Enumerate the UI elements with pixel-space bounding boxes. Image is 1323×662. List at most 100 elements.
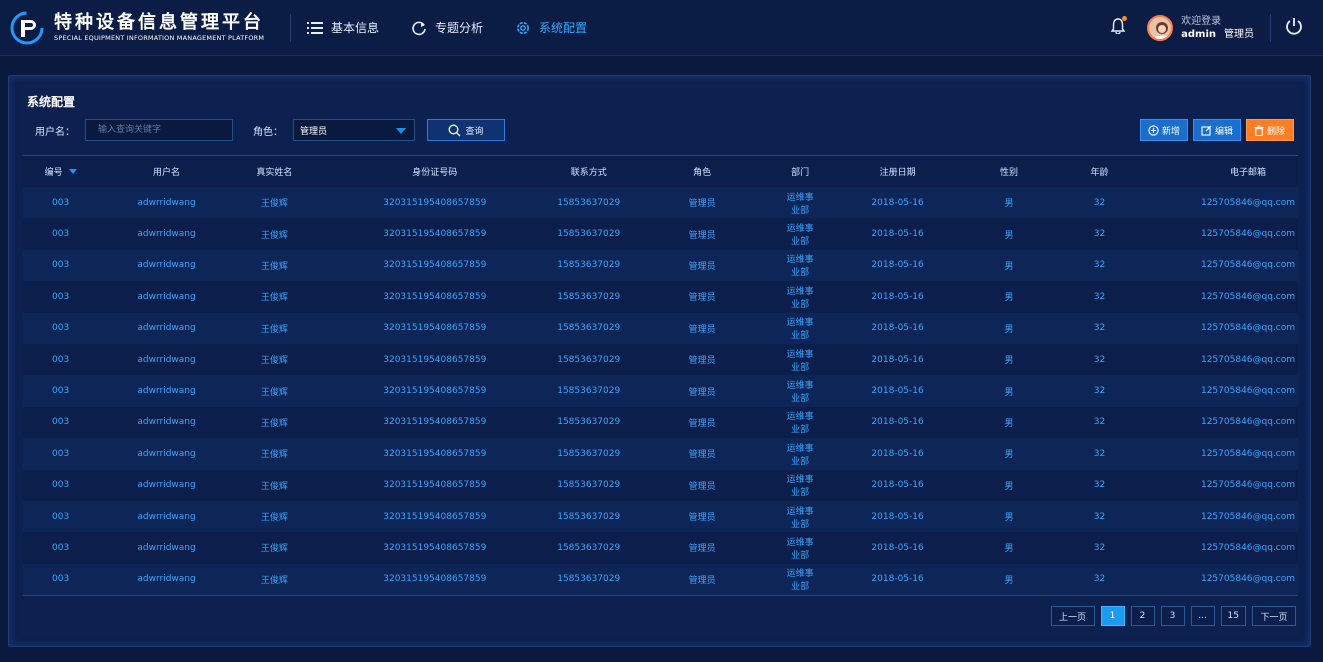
- cell-department: 运维事业部: [786, 412, 814, 436]
- cell-id-number: 320315195408657859: [383, 480, 487, 491]
- delete-button[interactable]: 删除: [1246, 119, 1294, 141]
- search-button[interactable]: 查询: [427, 119, 505, 141]
- cell-age: 32: [1093, 542, 1106, 553]
- table-row[interactable]: 003 adwrridwang 王俊辉 320315195408657859 15853…: [23, 563, 1298, 596]
- column-header-email: 电子邮箱: [1230, 168, 1267, 178]
- edit-button[interactable]: 编辑: [1193, 119, 1241, 141]
- cell-phone: 15853637029: [557, 229, 621, 240]
- add-button-label: 新增: [1162, 126, 1181, 137]
- avatar[interactable]: [1147, 14, 1174, 41]
- cell-username: adwrridwang: [137, 197, 196, 208]
- cell-real-name: 王俊辉: [260, 230, 288, 241]
- user-info: 欢迎登录 admin 管理员: [1181, 15, 1254, 41]
- cell-phone: 15853637029: [557, 260, 621, 271]
- cell-phone: 15853637029: [557, 291, 621, 302]
- cell-id: 003: [52, 323, 70, 334]
- table-row[interactable]: 003 adwrridwang 王俊辉 320315195408657859 15853…: [23, 218, 1298, 250]
- cell-gender: 男: [1004, 450, 1014, 461]
- cell-register-date: 2018-05-16: [871, 480, 924, 491]
- cell-phone: 15853637029: [557, 511, 621, 522]
- cell-role: 管理员: [688, 293, 716, 304]
- edit-button-label: 编辑: [1215, 126, 1234, 137]
- nav-label: 专题分析: [435, 21, 484, 35]
- cell-gender: 男: [1004, 230, 1014, 241]
- logout-button[interactable]: [1285, 17, 1303, 39]
- nav-label: 系统配置: [539, 21, 588, 35]
- cell-real-name: 王俊辉: [260, 199, 288, 210]
- cell-real-name: 王俊辉: [260, 575, 288, 586]
- cell-username: adwrridwang: [137, 229, 196, 240]
- cell-email: 125705846@qq.com: [1200, 480, 1296, 491]
- page-ellipsis: ...: [1190, 606, 1215, 626]
- table-row[interactable]: 003 adwrridwang 王俊辉 320315195408657859 15853…: [23, 343, 1298, 376]
- cell-email: 125705846@qq.com: [1200, 511, 1296, 522]
- cell-email: 125705846@qq.com: [1200, 448, 1296, 459]
- chevron-down-icon: [396, 128, 406, 134]
- user-table: 编号 用户名 真实姓名 身份证号码 联系方式 角色 部门 注册日期 性别 年龄 …: [23, 155, 1298, 597]
- table-row[interactable]: 003 adwrridwang 王俊辉 320315195408657859 15853…: [23, 312, 1298, 344]
- column-header-id[interactable]: 编号: [23, 165, 98, 178]
- cell-age: 32: [1093, 291, 1106, 302]
- notification-button[interactable]: [1110, 15, 1128, 38]
- next-page-button[interactable]: 下一页: [1252, 606, 1296, 626]
- cell-phone: 15853637029: [557, 197, 621, 208]
- nav-item-basic-info[interactable]: 基本信息: [307, 19, 379, 36]
- cell-register-date: 2018-05-16: [871, 260, 924, 271]
- cell-email: 125705846@qq.com: [1200, 417, 1296, 428]
- cell-real-name: 王俊辉: [260, 324, 288, 335]
- cell-role: 管理员: [688, 513, 716, 524]
- cell-role: 管理员: [688, 356, 716, 367]
- header-divider-right: [1270, 13, 1271, 42]
- table-row[interactable]: 003 adwrridwang 王俊辉 320315195408657859 15853…: [23, 187, 1298, 219]
- cell-register-date: 2018-05-16: [871, 354, 924, 365]
- add-button[interactable]: 新增: [1140, 119, 1188, 141]
- column-header-real-name: 真实姓名: [256, 168, 293, 178]
- role-label: 角色：: [253, 126, 283, 138]
- column-header-phone: 联系方式: [570, 168, 607, 178]
- cell-username: adwrridwang: [137, 448, 196, 459]
- cell-age: 32: [1093, 323, 1106, 334]
- pagination: 上一页 1 2 3 ... 15 下一页: [1045, 606, 1296, 626]
- nav-item-system-config[interactable]: 系统配置: [515, 19, 587, 36]
- table-row[interactable]: 003 adwrridwang 王俊辉 320315195408657859 15853…: [23, 249, 1298, 282]
- role-select[interactable]: 管理员: [293, 119, 415, 141]
- cell-username: adwrridwang: [137, 417, 196, 428]
- cell-register-date: 2018-05-16: [871, 574, 924, 585]
- cell-username: adwrridwang: [137, 291, 196, 302]
- cell-role: 管理员: [688, 450, 716, 461]
- cell-real-name: 王俊辉: [260, 356, 288, 367]
- page-button-15[interactable]: 15: [1220, 606, 1246, 626]
- logo-icon: [10, 11, 44, 45]
- cell-department: 运维事业部: [786, 569, 814, 593]
- role-select-value: 管理员: [300, 126, 328, 137]
- page-button-3[interactable]: 3: [1160, 606, 1185, 626]
- cell-email: 125705846@qq.com: [1200, 260, 1296, 271]
- table-row[interactable]: 003 adwrridwang 王俊辉 320315195408657859 15853…: [23, 532, 1298, 564]
- prev-page-button[interactable]: 上一页: [1050, 606, 1095, 626]
- cell-phone: 15853637029: [557, 386, 621, 397]
- page-button-1[interactable]: 1: [1100, 606, 1125, 626]
- cell-role: 管理员: [688, 544, 716, 555]
- cell-age: 32: [1093, 197, 1106, 208]
- cell-phone: 15853637029: [557, 323, 621, 334]
- user-name: admin: [1181, 28, 1216, 40]
- search-icon: [448, 123, 462, 137]
- table-row[interactable]: 003 adwrridwang 王俊辉 320315195408657859 15853…: [23, 375, 1298, 407]
- user-role: 管理员: [1224, 28, 1254, 40]
- table-row[interactable]: 003 adwrridwang 王俊辉 320315195408657859 15853…: [23, 406, 1298, 439]
- page-button-2[interactable]: 2: [1130, 606, 1155, 626]
- table-row[interactable]: 003 adwrridwang 王俊辉 320315195408657859 15853…: [23, 469, 1298, 501]
- table-row[interactable]: 003 adwrridwang 王俊辉 320315195408657859 15853…: [23, 281, 1298, 313]
- table-row[interactable]: 003 adwrridwang 王俊辉 320315195408657859 15853…: [23, 438, 1298, 470]
- username-search-input[interactable]: [85, 119, 233, 141]
- cell-department: 运维事业部: [786, 381, 814, 405]
- edit-icon: [1201, 125, 1212, 136]
- cell-age: 32: [1093, 354, 1106, 365]
- table-row[interactable]: 003 adwrridwang 王俊辉 320315195408657859 15853…: [23, 500, 1298, 533]
- welcome-text: 欢迎登录: [1181, 15, 1222, 27]
- nav-item-topic-analysis[interactable]: 专题分析: [411, 19, 483, 36]
- cell-email: 125705846@qq.com: [1200, 386, 1296, 397]
- cell-real-name: 王俊辉: [260, 513, 288, 524]
- action-bar: 新增 编辑 删除: [1135, 119, 1294, 141]
- cell-id: 003: [52, 386, 70, 397]
